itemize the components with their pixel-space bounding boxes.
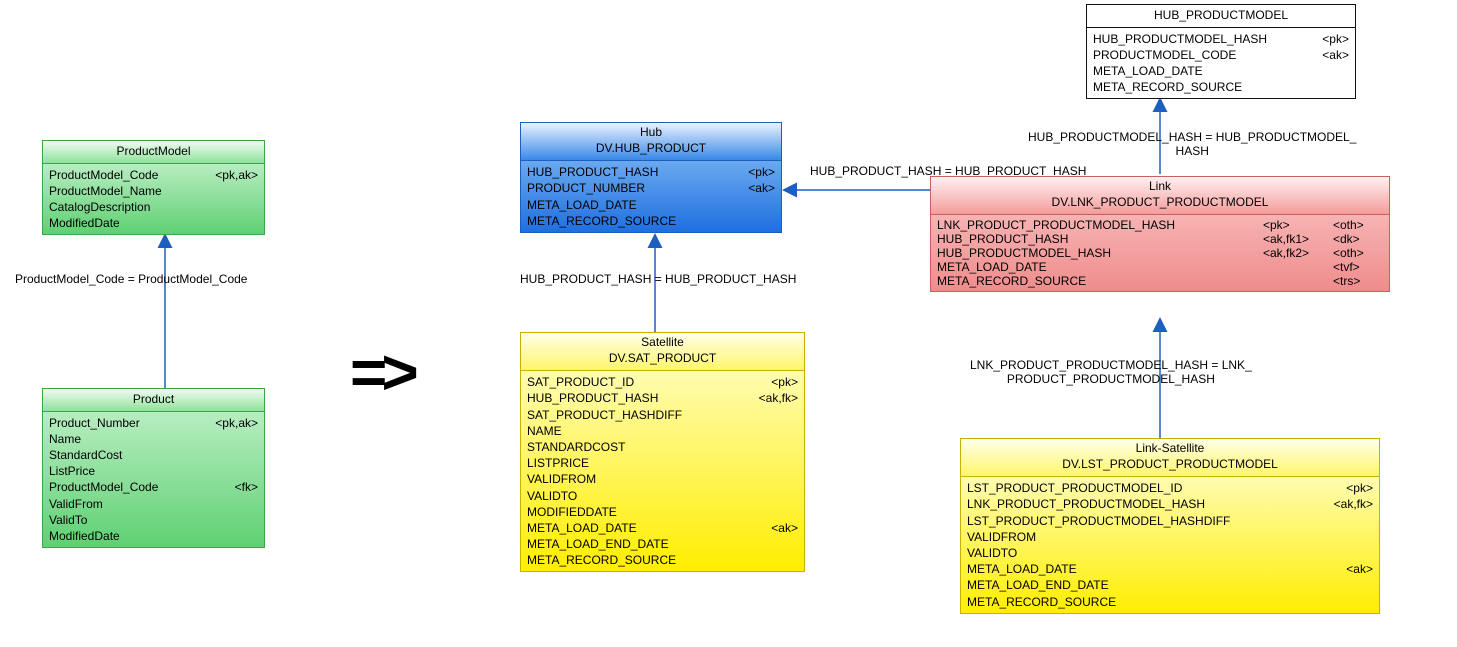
- entity-title: Satellite DV.SAT_PRODUCT: [521, 333, 804, 371]
- entity-row: ProductModel_Name: [49, 183, 258, 199]
- entity-title: Link DV.LNK_PRODUCT_PRODUCTMODEL: [931, 177, 1389, 215]
- entity-row: MODIFIEDDATE: [527, 504, 798, 520]
- relationship-label: LNK_PRODUCT_PRODUCTMODEL_HASH = LNK_ PRO…: [970, 358, 1252, 386]
- entity-body: LNK_PRODUCT_PRODUCTMODEL_HASH<pk><oth> H…: [931, 215, 1389, 291]
- entity-row: META_RECORD_SOURCE: [527, 552, 798, 568]
- entity-body: LST_PRODUCT_PRODUCTMODEL_ID<pk> LNK_PROD…: [961, 477, 1379, 613]
- entity-row: ModifiedDate: [49, 215, 258, 231]
- entity-row: VALIDFROM: [527, 471, 798, 487]
- entity-row: META_RECORD_SOURCE<trs>: [937, 274, 1383, 288]
- entity-row: HUB_PRODUCT_HASH<ak,fk>: [527, 390, 798, 406]
- entity-row: PRODUCTMODEL_CODE<ak>: [1093, 47, 1349, 63]
- entity-body: SAT_PRODUCT_ID<pk> HUB_PRODUCT_HASH<ak,f…: [521, 371, 804, 571]
- relationship-label: HUB_PRODUCT_HASH = HUB_PRODUCT_HASH: [520, 272, 796, 286]
- entity-row: VALIDTO: [527, 488, 798, 504]
- entity-product: Product Product_Number<pk,ak> Name Stand…: [42, 388, 265, 548]
- entity-row: META_RECORD_SOURCE: [967, 594, 1373, 610]
- entity-row: HUB_PRODUCT_HASH<ak,fk1><dk>: [937, 232, 1383, 246]
- entity-row: StandardCost: [49, 447, 258, 463]
- entity-title: ProductModel: [43, 141, 264, 164]
- entity-row: LNK_PRODUCT_PRODUCTMODEL_HASH<pk><oth>: [937, 218, 1383, 232]
- entity-row: META_LOAD_DATE<ak>: [527, 520, 798, 536]
- entity-row: META_RECORD_SOURCE: [1093, 79, 1349, 95]
- entity-row: VALIDFROM: [967, 529, 1373, 545]
- entity-row: HUB_PRODUCT_HASH<pk>: [527, 164, 775, 180]
- entity-title: HUB_PRODUCTMODEL: [1087, 5, 1355, 28]
- entity-productmodel: ProductModel ProductModel_Code<pk,ak> Pr…: [42, 140, 265, 235]
- entity-row: Name: [49, 431, 258, 447]
- entity-row: ProductModel_Code<fk>: [49, 479, 258, 495]
- entity-body: ProductModel_Code<pk,ak> ProductModel_Na…: [43, 164, 264, 235]
- entity-row: META_LOAD_END_DATE: [527, 536, 798, 552]
- entity-title: Product: [43, 389, 264, 412]
- entity-row: META_RECORD_SOURCE: [527, 213, 775, 229]
- entity-row: META_LOAD_END_DATE: [967, 577, 1373, 593]
- entity-row: NAME: [527, 423, 798, 439]
- entity-row: META_LOAD_DATE: [527, 197, 775, 213]
- entity-row: HUB_PRODUCTMODEL_HASH<pk>: [1093, 31, 1349, 47]
- entity-row: STANDARDCOST: [527, 439, 798, 455]
- entity-title: Hub DV.HUB_PRODUCT: [521, 123, 781, 161]
- entity-row: META_LOAD_DATE: [1093, 63, 1349, 79]
- entity-title: Link-Satellite DV.LST_PRODUCT_PRODUCTMOD…: [961, 439, 1379, 477]
- entity-row: HUB_PRODUCTMODEL_HASH<ak,fk2><oth>: [937, 246, 1383, 260]
- entity-body: HUB_PRODUCTMODEL_HASH<pk> PRODUCTMODEL_C…: [1087, 28, 1355, 99]
- entity-row: ValidFrom: [49, 496, 258, 512]
- entity-row: SAT_PRODUCT_HASHDIFF: [527, 407, 798, 423]
- entity-row: ProductModel_Code<pk,ak>: [49, 167, 258, 183]
- entity-body: HUB_PRODUCT_HASH<pk> PRODUCT_NUMBER<ak> …: [521, 161, 781, 232]
- entity-hub-productmodel: HUB_PRODUCTMODEL HUB_PRODUCTMODEL_HASH<p…: [1086, 4, 1356, 99]
- entity-row: LISTPRICE: [527, 455, 798, 471]
- entity-row: ListPrice: [49, 463, 258, 479]
- entity-link: Link DV.LNK_PRODUCT_PRODUCTMODEL LNK_PRO…: [930, 176, 1390, 292]
- entity-row: LST_PRODUCT_PRODUCTMODEL_HASHDIFF: [967, 513, 1373, 529]
- relationship-label: HUB_PRODUCTMODEL_HASH = HUB_PRODUCTMODEL…: [1028, 130, 1356, 158]
- entity-row: VALIDTO: [967, 545, 1373, 561]
- entity-body: Product_Number<pk,ak> Name StandardCost …: [43, 412, 264, 548]
- entity-row: META_LOAD_DATE<tvf>: [937, 260, 1383, 274]
- entity-row: ModifiedDate: [49, 528, 258, 544]
- entity-row: Product_Number<pk,ak>: [49, 415, 258, 431]
- entity-row: CatalogDescription: [49, 199, 258, 215]
- entity-row: ValidTo: [49, 512, 258, 528]
- entity-sat-product: Satellite DV.SAT_PRODUCT SAT_PRODUCT_ID<…: [520, 332, 805, 572]
- entity-hub-product: Hub DV.HUB_PRODUCT HUB_PRODUCT_HASH<pk> …: [520, 122, 782, 233]
- relationship-label: ProductModel_Code = ProductModel_Code: [15, 272, 247, 286]
- entity-row: PRODUCT_NUMBER<ak>: [527, 180, 775, 196]
- entity-row: LST_PRODUCT_PRODUCTMODEL_ID<pk>: [967, 480, 1373, 496]
- entity-row: LNK_PRODUCT_PRODUCTMODEL_HASH<ak,fk>: [967, 496, 1373, 512]
- entity-link-satellite: Link-Satellite DV.LST_PRODUCT_PRODUCTMOD…: [960, 438, 1380, 614]
- entity-row: SAT_PRODUCT_ID<pk>: [527, 374, 798, 390]
- transform-arrow-icon: =>: [350, 335, 413, 409]
- entity-row: META_LOAD_DATE<ak>: [967, 561, 1373, 577]
